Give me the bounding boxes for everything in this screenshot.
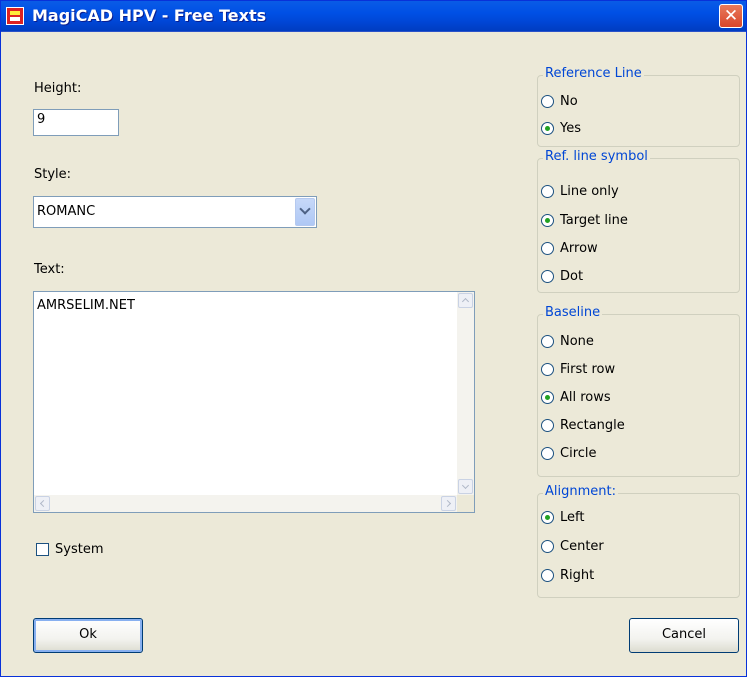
ref-line-symbol-group: Ref. line symbol Line only Target line A… (537, 149, 740, 293)
radio-label: First row (560, 362, 616, 377)
horizontal-scrollbar[interactable] (34, 495, 457, 512)
radio-label: No (560, 94, 578, 109)
radio-label: None (560, 334, 594, 349)
radio-label: Line only (560, 184, 619, 199)
cancel-button[interactable]: Cancel (629, 618, 739, 653)
radio-button[interactable] (541, 447, 554, 460)
radio-label: Target line (560, 213, 628, 228)
radio-button[interactable] (541, 419, 554, 432)
radio-button[interactable] (541, 335, 554, 348)
radio-button[interactable] (541, 122, 554, 135)
style-value: ROMANC (37, 204, 96, 219)
scroll-right-icon[interactable] (441, 496, 456, 511)
text-label: Text: (34, 262, 65, 277)
radio-button[interactable] (541, 511, 554, 524)
title-bar[interactable]: MagiCAD HPV - Free Texts ✕ (1, 1, 746, 32)
ok-button-label: Ok (79, 627, 97, 642)
radio-button[interactable] (541, 185, 554, 198)
radio-button[interactable] (541, 95, 554, 108)
dialog-window: MagiCAD HPV - Free Texts ✕ Height: 9 Sty… (0, 0, 747, 677)
radio-button[interactable] (541, 540, 554, 553)
radio-button[interactable] (541, 214, 554, 227)
radio-button[interactable] (541, 569, 554, 582)
height-input[interactable]: 9 (33, 109, 119, 136)
scroll-left-icon[interactable] (35, 496, 50, 511)
cancel-button-label: Cancel (661, 627, 707, 642)
vertical-scrollbar[interactable] (457, 292, 474, 495)
radio-button[interactable] (541, 242, 554, 255)
system-checkbox[interactable] (36, 543, 49, 556)
baseline-group: Baseline None First row All rows Rectang… (537, 305, 740, 477)
radio-label: Yes (560, 121, 581, 136)
radio-label: Rectangle (560, 418, 625, 433)
magicad-app-icon (6, 7, 24, 25)
radio-button[interactable] (541, 391, 554, 404)
scrollbar-corner (457, 495, 474, 512)
radio-label: Left (560, 510, 585, 525)
alignment-group: Alignment: Left Center Right (537, 484, 740, 598)
radio-label: Circle (560, 446, 597, 461)
ref-line-symbol-title: Ref. line symbol (543, 149, 650, 164)
text-area[interactable]: AMRSELIM.NET (33, 291, 475, 513)
ok-button[interactable]: Ok (33, 618, 143, 653)
radio-label: Center (560, 539, 604, 554)
window-title: MagiCAD HPV - Free Texts (32, 6, 267, 25)
scroll-up-icon[interactable] (458, 293, 473, 308)
radio-label: Dot (560, 269, 584, 284)
radio-label: All rows (560, 390, 611, 405)
radio-button[interactable] (541, 270, 554, 283)
height-value: 9 (37, 112, 46, 127)
system-label: System (55, 542, 104, 557)
reference-line-title: Reference Line (543, 66, 644, 81)
radio-label: Right (560, 568, 595, 583)
radio-button[interactable] (541, 363, 554, 376)
style-label: Style: (34, 167, 72, 182)
reference-line-group: Reference Line No Yes (537, 66, 740, 147)
text-area-content: AMRSELIM.NET (37, 298, 135, 313)
baseline-title: Baseline (543, 305, 603, 320)
scroll-down-icon[interactable] (458, 479, 473, 494)
style-combobox[interactable]: ROMANC (33, 196, 317, 228)
radio-label: Arrow (560, 241, 598, 256)
alignment-title: Alignment: (543, 484, 618, 499)
close-button[interactable]: ✕ (719, 4, 743, 28)
height-label: Height: (34, 81, 82, 96)
chevron-down-icon[interactable] (295, 198, 315, 226)
